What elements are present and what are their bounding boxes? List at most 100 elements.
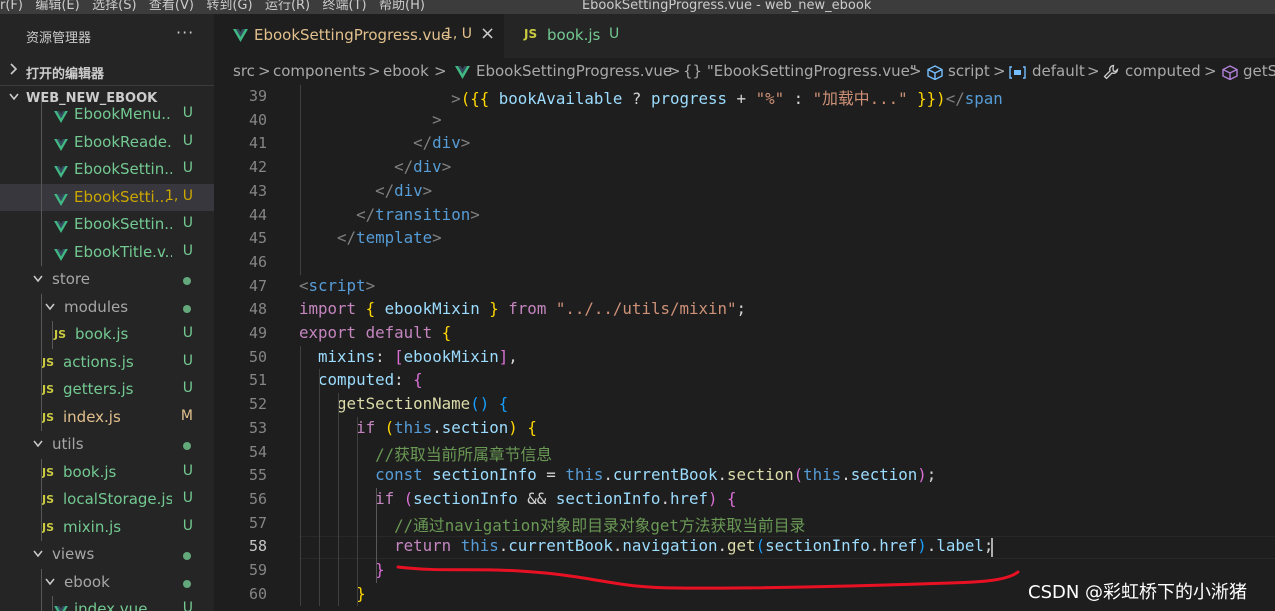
tree-item-label: mixin.js [63,517,122,536]
breadcrumb-item[interactable]: getS [1243,62,1275,80]
code-token: + [727,89,756,108]
line-number: 49 [248,324,267,342]
breadcrumb-item[interactable]: {} "EbookSettingProgress.vue" [683,62,917,80]
breadcrumb-separator: > [434,62,447,80]
close-icon[interactable]: × [480,23,495,44]
code-line[interactable]: getSectionName() { [299,394,508,413]
code-line[interactable]: </div> [299,181,432,200]
tree-file[interactable]: JS book.js U [0,459,214,486]
code-line[interactable]: //通过navigation对象即目录对象get方法获取当前目录 [299,513,805,536]
code-token: this [803,465,842,485]
tree-file[interactable]: JS book.js U [0,321,214,348]
tree-item-label: utils [52,435,84,453]
breadcrumb-item[interactable]: ebook [383,62,429,80]
tree-folder[interactable]: views [0,541,214,568]
chevron-down-icon [44,575,58,589]
chevron-down-icon [32,437,46,451]
code-line[interactable]: mixins: [ebookMixin], [299,347,518,366]
tree-folder[interactable]: utils [0,431,214,458]
tree-file[interactable]: EbookTitle.v... U [0,239,214,266]
tree-folder[interactable]: store [0,266,214,293]
tree-folder[interactable]: modules [0,294,214,321]
menu-bar[interactable]: r(F) 编辑(E) 选择(S) 查看(V) 转到(G) 运行(R) 终端(T)… [0,0,1275,14]
line-number: 47 [248,276,267,295]
code-line[interactable]: export default { [299,323,451,342]
more-actions-icon[interactable]: ··· [176,23,194,42]
code-line[interactable]: } [299,560,385,579]
indent-guide [338,393,339,607]
code-editor[interactable]: 39 >({{ bookAvailable ? progress + "%" :… [214,85,1275,611]
open-editors-section[interactable]: 打开的编辑器 [0,59,214,85]
tree-file[interactable]: EbookSetti... 1, U [0,183,214,211]
code-token: if [375,488,395,508]
breadcrumb-item[interactable]: script [948,62,990,80]
breadcrumb-item[interactable]: computed [1125,62,1201,80]
code-line[interactable]: if (this.section) { [299,418,537,437]
tree-file[interactable]: JS localStorage.js U [0,486,214,513]
code-token: = [536,465,566,485]
code-line[interactable]: return this.currentBook.navigation.get(s… [299,536,993,555]
code-line[interactable]: computed: { [299,370,423,389]
tree-file[interactable]: JS actions.js U [0,349,214,376]
code-token: ) [917,465,927,485]
line-number: 55 [248,466,267,485]
tree-indent-guide [52,321,53,349]
code-line[interactable]: if (sectionInfo && sectionInfo.href) { [299,488,736,508]
breadcrumb-item[interactable]: src [233,62,255,80]
code-token: ( [755,536,766,556]
code-line[interactable]: } [299,584,366,603]
tree-file[interactable]: EbookReade... U [0,129,214,156]
code-line[interactable]: </transition> [299,205,480,224]
breadcrumb: src > components > ebook > EbookSettingP… [214,58,1275,85]
tree-file[interactable]: index.vue U [0,596,214,611]
tree-file[interactable]: EbookMenu... U [0,101,214,128]
code-line[interactable]: const sectionInfo = this.currentBook.sec… [299,465,936,484]
code-token: < [299,275,309,295]
chevron-down-icon [32,547,46,561]
code-line[interactable]: > [299,110,442,129]
tree-file[interactable]: JS getters.js U [0,376,214,403]
code-token: ebookMixin [403,346,499,366]
code-line[interactable]: >({{ bookAvailable ? progress + "%" : "加… [299,86,1003,109]
code-token: > [470,204,480,224]
breadcrumb-item[interactable]: EbookSettingProgress.vue [476,62,672,80]
tab-book-js[interactable]: JS book.js U [504,14,634,58]
breadcrumb-separator: > [1087,62,1100,80]
indent-guide [319,369,320,607]
code-token: span [964,89,1003,108]
breadcrumb-item[interactable]: default [1032,62,1085,80]
code-line[interactable]: import { ebookMixin } from "../../utils/… [299,299,746,318]
code-token: //获取当前所属章节信息 [375,444,553,464]
cube-icon [927,65,943,80]
code-line[interactable]: </div> [299,157,451,176]
code-token: currentBook [508,536,613,556]
git-status-badge: U [182,160,193,176]
code-token: . [717,536,728,556]
code-token: () [470,394,490,414]
tree-file[interactable]: JS mixin.js U [0,514,214,541]
line-number: 53 [248,418,267,437]
code-line[interactable]: //获取当前所属章节信息 [299,442,552,465]
menu-bar-text[interactable]: r(F) 编辑(E) 选择(S) 查看(V) 转到(G) 运行(R) 终端(T)… [0,0,871,13]
tab-ebook-setting-progress[interactable]: EbookSettingProgress.vue 1, U × [214,14,504,58]
tree-folder[interactable]: ebook [0,569,214,596]
code-line[interactable]: </div> [299,133,470,152]
tree-file[interactable]: EbookSettin... U [0,211,214,238]
code-token: "加载中..." [812,89,908,108]
code-line[interactable]: </template> [299,228,442,247]
tree-file[interactable]: JS index.js M [0,404,214,431]
code-token: mixins [318,346,376,366]
breadcrumb-item[interactable]: components [273,62,366,80]
code-token: template [356,228,433,248]
explorer-title: 资源管理器 [26,31,92,46]
tree-indent-guide [41,101,42,266]
code-token: div [394,180,423,200]
tab-label: EbookSettingProgress.vue [254,26,451,44]
tree-file[interactable]: EbookSettin... U [0,156,214,183]
code-line[interactable]: <script> [299,276,375,295]
line-number: 44 [248,205,267,224]
